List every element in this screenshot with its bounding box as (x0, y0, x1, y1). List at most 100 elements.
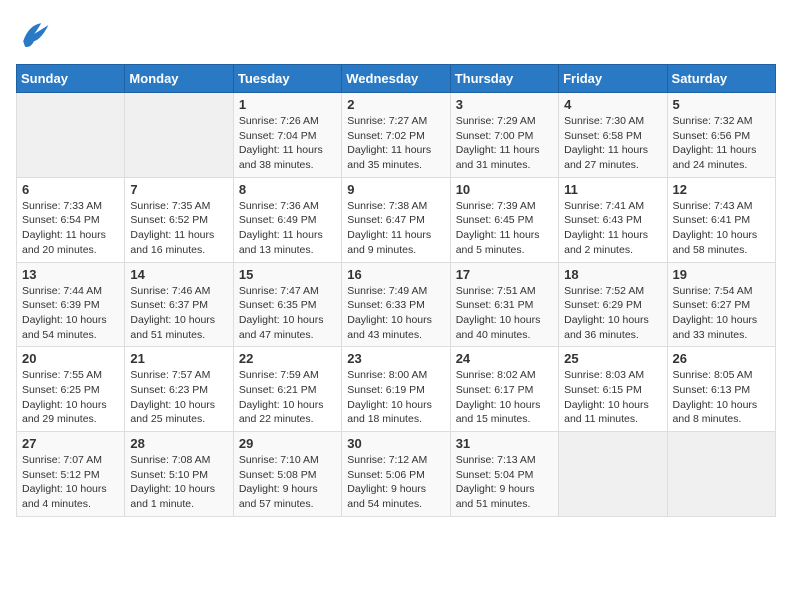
calendar-cell: 4 Sunrise: 7:30 AMSunset: 6:58 PMDaylight… (559, 93, 667, 178)
day-number: 18 (564, 267, 661, 282)
calendar-cell: 22 Sunrise: 7:59 AMSunset: 6:21 PMDayligh… (233, 347, 341, 432)
calendar-cell: 19Sunrise: 7:54 AMSunset: 6:27 PMDayligh… (667, 262, 775, 347)
calendar-cell: 16 Sunrise: 7:49 AMSunset: 6:33 PMDayligh… (342, 262, 450, 347)
cell-content: Sunrise: 7:07 AMSunset: 5:12 PMDaylight:… (22, 453, 119, 512)
cell-content: Sunrise: 7:36 AMSunset: 6:49 PMDaylight:… (239, 199, 336, 258)
day-number: 30 (347, 436, 444, 451)
week-row-1: 6 Sunrise: 7:33 AMSunset: 6:54 PMDaylight… (17, 177, 776, 262)
column-header-saturday: Saturday (667, 65, 775, 93)
calendar-cell (125, 93, 233, 178)
calendar-cell: 18 Sunrise: 7:52 AMSunset: 6:29 PMDayligh… (559, 262, 667, 347)
cell-content: Sunrise: 7:59 AMSunset: 6:21 PMDaylight:… (239, 368, 336, 427)
cell-content: Sunrise: 7:46 AMSunset: 6:37 PMDaylight:… (130, 284, 227, 343)
day-number: 2 (347, 97, 444, 112)
day-number: 25 (564, 351, 661, 366)
day-number: 5 (673, 97, 770, 112)
calendar-cell: 13 Sunrise: 7:44 AMSunset: 6:39 PMDayligh… (17, 262, 125, 347)
calendar-cell: 27 Sunrise: 7:07 AMSunset: 5:12 PMDayligh… (17, 432, 125, 517)
cell-content: Sunrise: 7:13 AMSunset: 5:04 PMDaylight:… (456, 453, 553, 512)
cell-content: Sunrise: 8:02 AMSunset: 6:17 PMDaylight:… (456, 368, 553, 427)
day-number: 20 (22, 351, 119, 366)
day-number: 26 (673, 351, 770, 366)
calendar-cell: 28 Sunrise: 7:08 AMSunset: 5:10 PMDayligh… (125, 432, 233, 517)
cell-content: Sunrise: 7:52 AMSunset: 6:29 PMDaylight:… (564, 284, 661, 343)
calendar-cell: 3Sunrise: 7:29 AMSunset: 7:00 PMDaylight… (450, 93, 558, 178)
calendar-cell: 24 Sunrise: 8:02 AMSunset: 6:17 PMDayligh… (450, 347, 558, 432)
day-number: 15 (239, 267, 336, 282)
week-row-0: 1 Sunrise: 7:26 AMSunset: 7:04 PMDaylight… (17, 93, 776, 178)
column-header-thursday: Thursday (450, 65, 558, 93)
calendar-cell: 23 Sunrise: 8:00 AMSunset: 6:19 PMDayligh… (342, 347, 450, 432)
calendar-cell: 7 Sunrise: 7:35 AMSunset: 6:52 PMDaylight… (125, 177, 233, 262)
cell-content: Sunrise: 7:30 AMSunset: 6:58 PMDaylight:… (564, 114, 661, 173)
cell-content: Sunrise: 7:27 AMSunset: 7:02 PMDaylight:… (347, 114, 444, 173)
calendar-cell: 12Sunrise: 7:43 AMSunset: 6:41 PMDayligh… (667, 177, 775, 262)
cell-content: Sunrise: 8:03 AMSunset: 6:15 PMDaylight:… (564, 368, 661, 427)
cell-content: Sunrise: 7:47 AMSunset: 6:35 PMDaylight:… (239, 284, 336, 343)
calendar-cell: 25 Sunrise: 8:03 AMSunset: 6:15 PMDayligh… (559, 347, 667, 432)
day-number: 17 (456, 267, 553, 282)
calendar-cell: 14 Sunrise: 7:46 AMSunset: 6:37 PMDayligh… (125, 262, 233, 347)
cell-content: Sunrise: 7:33 AMSunset: 6:54 PMDaylight:… (22, 199, 119, 258)
calendar-cell: 21Sunrise: 7:57 AMSunset: 6:23 PMDayligh… (125, 347, 233, 432)
week-row-3: 20 Sunrise: 7:55 AMSunset: 6:25 PMDayligh… (17, 347, 776, 432)
cell-content: Sunrise: 8:05 AMSunset: 6:13 PMDaylight:… (673, 368, 770, 427)
day-number: 4 (564, 97, 661, 112)
day-number: 14 (130, 267, 227, 282)
cell-content: Sunrise: 7:12 AMSunset: 5:06 PMDaylight:… (347, 453, 444, 512)
calendar-table: SundayMondayTuesdayWednesdayThursdayFrid… (16, 64, 776, 517)
day-number: 9 (347, 182, 444, 197)
week-row-2: 13 Sunrise: 7:44 AMSunset: 6:39 PMDayligh… (17, 262, 776, 347)
calendar-cell: 30 Sunrise: 7:12 AMSunset: 5:06 PMDayligh… (342, 432, 450, 517)
calendar-cell: 5 Sunrise: 7:32 AMSunset: 6:56 PMDaylight… (667, 93, 775, 178)
day-number: 13 (22, 267, 119, 282)
day-number: 16 (347, 267, 444, 282)
logo (16, 16, 56, 52)
cell-content: Sunrise: 7:38 AMSunset: 6:47 PMDaylight:… (347, 199, 444, 258)
calendar-cell: 29Sunrise: 7:10 AMSunset: 5:08 PMDayligh… (233, 432, 341, 517)
day-number: 12 (673, 182, 770, 197)
calendar-cell: 15 Sunrise: 7:47 AMSunset: 6:35 PMDayligh… (233, 262, 341, 347)
cell-content: Sunrise: 7:29 AMSunset: 7:00 PMDaylight:… (456, 114, 553, 173)
cell-content: Sunrise: 7:55 AMSunset: 6:25 PMDaylight:… (22, 368, 119, 427)
cell-content: Sunrise: 7:39 AMSunset: 6:45 PMDaylight:… (456, 199, 553, 258)
calendar-cell: 31Sunrise: 7:13 AMSunset: 5:04 PMDayligh… (450, 432, 558, 517)
column-header-tuesday: Tuesday (233, 65, 341, 93)
cell-content: Sunrise: 7:35 AMSunset: 6:52 PMDaylight:… (130, 199, 227, 258)
column-header-friday: Friday (559, 65, 667, 93)
cell-content: Sunrise: 7:08 AMSunset: 5:10 PMDaylight:… (130, 453, 227, 512)
week-row-4: 27 Sunrise: 7:07 AMSunset: 5:12 PMDayligh… (17, 432, 776, 517)
cell-content: Sunrise: 7:49 AMSunset: 6:33 PMDaylight:… (347, 284, 444, 343)
day-number: 28 (130, 436, 227, 451)
day-number: 19 (673, 267, 770, 282)
day-number: 22 (239, 351, 336, 366)
calendar-cell (559, 432, 667, 517)
cell-content: Sunrise: 7:51 AMSunset: 6:31 PMDaylight:… (456, 284, 553, 343)
cell-content: Sunrise: 7:26 AMSunset: 7:04 PMDaylight:… (239, 114, 336, 173)
cell-content: Sunrise: 7:57 AMSunset: 6:23 PMDaylight:… (130, 368, 227, 427)
calendar-cell: 1 Sunrise: 7:26 AMSunset: 7:04 PMDaylight… (233, 93, 341, 178)
column-header-sunday: Sunday (17, 65, 125, 93)
day-number: 7 (130, 182, 227, 197)
day-number: 6 (22, 182, 119, 197)
calendar-cell: 20 Sunrise: 7:55 AMSunset: 6:25 PMDayligh… (17, 347, 125, 432)
logo-icon (16, 16, 52, 52)
cell-content: Sunrise: 7:41 AMSunset: 6:43 PMDaylight:… (564, 199, 661, 258)
day-number: 27 (22, 436, 119, 451)
cell-content: Sunrise: 8:00 AMSunset: 6:19 PMDaylight:… (347, 368, 444, 427)
day-number: 23 (347, 351, 444, 366)
page-header (16, 16, 776, 52)
calendar-cell: 10 Sunrise: 7:39 AMSunset: 6:45 PMDayligh… (450, 177, 558, 262)
day-number: 24 (456, 351, 553, 366)
calendar-cell: 2 Sunrise: 7:27 AMSunset: 7:02 PMDaylight… (342, 93, 450, 178)
cell-content: Sunrise: 7:44 AMSunset: 6:39 PMDaylight:… (22, 284, 119, 343)
cell-content: Sunrise: 7:32 AMSunset: 6:56 PMDaylight:… (673, 114, 770, 173)
column-header-wednesday: Wednesday (342, 65, 450, 93)
calendar-cell (667, 432, 775, 517)
cell-content: Sunrise: 7:10 AMSunset: 5:08 PMDaylight:… (239, 453, 336, 512)
column-header-monday: Monday (125, 65, 233, 93)
calendar-cell: 6 Sunrise: 7:33 AMSunset: 6:54 PMDaylight… (17, 177, 125, 262)
day-number: 1 (239, 97, 336, 112)
day-number: 10 (456, 182, 553, 197)
day-number: 11 (564, 182, 661, 197)
